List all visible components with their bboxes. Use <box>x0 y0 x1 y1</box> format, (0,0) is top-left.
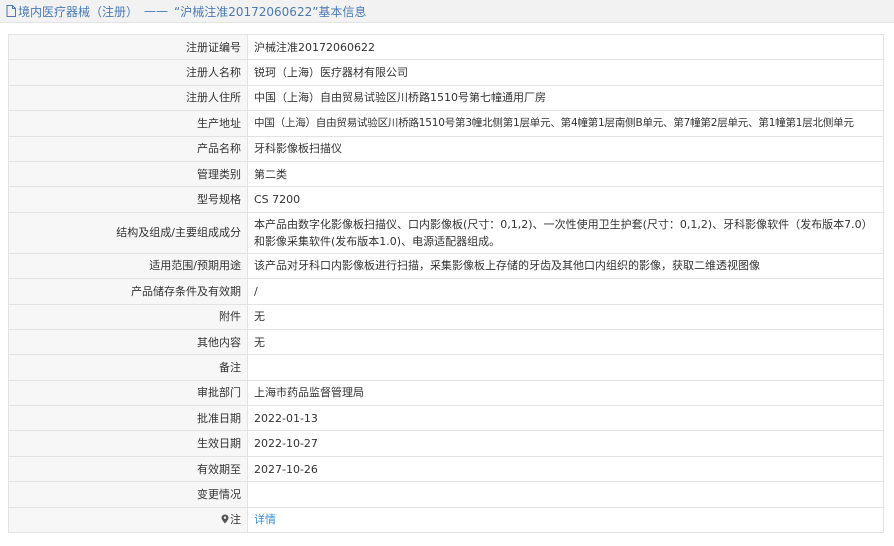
field-label: 变更情况 <box>8 481 248 508</box>
field-value: 2022-10-27 <box>247 430 884 457</box>
field-value: 中国（上海）自由贸易试验区川桥路1510号第七幢通用厂房 <box>247 84 884 112</box>
header-category: 境内医疗器械（注册） <box>18 4 139 19</box>
table-row: 有效期至 2027-10-26 <box>8 455 884 483</box>
field-value: 第二类 <box>247 160 884 188</box>
field-value: 该产品对牙科口内影像板进行扫描，采集影像板上存储的牙齿及其他口内组织的影像，获取… <box>247 252 884 280</box>
field-label: 备注 <box>8 354 248 381</box>
table-row: 注册人名称 锐珂（上海）医疗器材有限公司 <box>8 59 884 86</box>
field-label: 生产地址 <box>8 110 248 137</box>
document-icon <box>6 5 16 17</box>
table-row: 生产地址 中国（上海）自由贸易试验区川桥路1510号第3幢北侧第1层单元、第4幢第… <box>8 110 884 137</box>
field-value: 锐珂（上海）医疗器材有限公司 <box>247 59 884 86</box>
table-row: 适用范围/预期用途 该产品对牙科口内影像板进行扫描，采集影像板上存储的牙齿及其他口… <box>8 252 884 280</box>
table-row: 管理类别 第二类 <box>8 160 884 188</box>
field-value: 沪械注准20172060622 <box>247 33 884 61</box>
field-value: 无 <box>247 328 884 356</box>
field-value: 详情 <box>247 506 884 534</box>
header-separator: —— <box>144 4 169 18</box>
field-value <box>247 354 884 381</box>
field-value: 本产品由数字化影像板扫描仪、口内影像板(尺寸：0,1,2)、一次性使用卫生护套(… <box>247 211 884 254</box>
field-label: 产品名称 <box>8 135 248 162</box>
table-row: 产品储存条件及有效期 / <box>8 278 884 305</box>
table-row: 结构及组成/主要组成成分 本产品由数字化影像板扫描仪、口内影像板(尺寸：0,1,2… <box>8 211 884 254</box>
field-value: / <box>247 278 884 305</box>
field-label: 生效日期 <box>8 430 248 457</box>
table-row: 型号规格 CS 7200 <box>8 186 884 213</box>
table-row: 审批部门 上海市药品监督管理局 <box>8 379 884 407</box>
note-label: 注 <box>230 513 241 527</box>
field-label: 适用范围/预期用途 <box>8 252 248 280</box>
field-value: 无 <box>247 303 884 330</box>
page-header: 境内医疗器械（注册） —— “沪械注准20172060622”基本信息 <box>0 0 894 23</box>
table-row: 其他内容无 <box>8 328 884 356</box>
detail-table: 注册证编号 沪械注准20172060622 注册人名称 锐珂（上海）医疗器材有限公司… <box>8 33 884 534</box>
field-value: 2022-01-13 <box>247 405 884 432</box>
table-row: 变更情况 <box>8 481 884 508</box>
table-row: 备注 <box>8 354 884 381</box>
field-label: 注册人名称 <box>8 59 248 86</box>
field-value: CS 7200 <box>247 186 884 213</box>
field-value: 牙科影像板扫描仪 <box>247 135 884 162</box>
table-row: 批准日期 2022-01-13 <box>8 405 884 432</box>
field-value: 上海市药品监督管理局 <box>247 379 884 407</box>
table-row: 产品名称 牙科影像板扫描仪 <box>8 135 884 162</box>
header-record-title: “沪械注准20172060622”基本信息 <box>174 4 367 19</box>
table-row: 生效日期 2022-10-27 <box>8 430 884 457</box>
field-label: 批准日期 <box>8 405 248 432</box>
field-label: 型号规格 <box>8 186 248 213</box>
field-label: 有效期至 <box>8 455 248 483</box>
table-row: 注 详情 <box>8 506 884 534</box>
details-link[interactable]: 详情 <box>254 513 276 526</box>
field-label: 结构及组成/主要组成成分 <box>8 211 248 254</box>
table-row: 注册证编号 沪械注准20172060622 <box>8 33 884 61</box>
field-label: 审批部门 <box>8 379 248 407</box>
field-value: 2027-10-26 <box>247 455 884 483</box>
table-row: 注册人住所 中国（上海）自由贸易试验区川桥路1510号第七幢通用厂房 <box>8 84 884 112</box>
field-value: 中国（上海）自由贸易试验区川桥路1510号第3幢北侧第1层单元、第4幢第1层南侧… <box>247 110 884 137</box>
field-value <box>247 481 884 508</box>
field-label: 附件 <box>8 303 248 330</box>
pin-icon <box>221 514 229 524</box>
field-label: 管理类别 <box>8 160 248 188</box>
field-label: 产品储存条件及有效期 <box>8 278 248 305</box>
field-label: 注册人住所 <box>8 84 248 112</box>
field-label: 注册证编号 <box>8 33 248 61</box>
field-label-note: 注 <box>8 506 248 534</box>
field-label: 其他内容 <box>8 328 248 356</box>
table-row: 附件无 <box>8 303 884 330</box>
